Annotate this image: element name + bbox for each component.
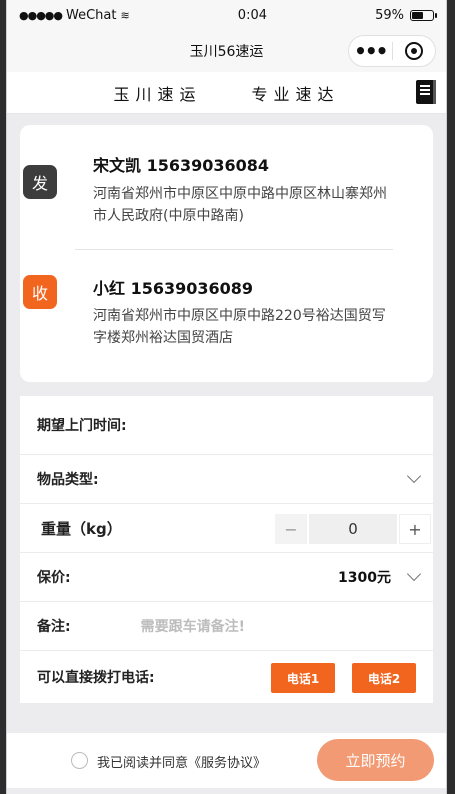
carrier-label: WeChat: [66, 7, 117, 23]
insured-row[interactable]: 保价: 1300元: [20, 553, 433, 602]
receiver-address[interactable]: 河南省郑州市中原区中原中路220号裕达国贸写字楼郑州裕达国贸酒店: [93, 305, 393, 349]
address-card: 发 宋文凯 15639036084 河南省郑州市中原区中原中路中原区林山寨郑州市…: [20, 125, 433, 382]
status-bar: ●●●●● WeChat ≋ 0:04 59%: [7, 0, 446, 30]
remark-label: 备注:: [37, 619, 71, 635]
call2-button[interactable]: 电话2: [352, 663, 416, 693]
address-book-icon[interactable]: [416, 80, 436, 104]
weight-label: 重量（kg）: [41, 519, 122, 538]
agree-checkbox[interactable]: [71, 752, 88, 769]
call-row: 可以直接拨打电话: 电话1 电话2: [20, 651, 433, 703]
weight-stepper: − 0 +: [275, 514, 431, 544]
weight-minus-button[interactable]: −: [275, 514, 307, 544]
weight-row: 重量（kg） − 0 +: [20, 504, 433, 553]
signal-icon: ●●●●●: [19, 8, 63, 22]
pickup-time-row[interactable]: 期望上门时间:: [20, 396, 433, 455]
insured-value: 1300元: [338, 570, 391, 586]
wifi-icon: ≋: [120, 8, 130, 22]
brand-left: 玉川速运: [113, 84, 202, 104]
call1-button[interactable]: 电话1: [271, 663, 335, 693]
app-frame: ●●●●● WeChat ≋ 0:04 59% 玉川56速运 ••• 玉川速运 …: [6, 0, 447, 794]
receiver-name-phone[interactable]: 小红 15639036089: [93, 275, 253, 299]
call-label: 可以直接拨打电话:: [37, 670, 155, 686]
submit-button[interactable]: 立即预约: [317, 739, 434, 781]
more-icon[interactable]: •••: [349, 41, 392, 61]
status-time: 0:04: [237, 7, 267, 23]
chevron-down-icon[interactable]: [406, 566, 422, 582]
brand-right: 专业速达: [251, 84, 340, 104]
nav-bar: 玉川56速运 •••: [7, 30, 446, 72]
sender-name-phone[interactable]: 宋文凯 15639036084: [93, 152, 269, 176]
goods-type-row[interactable]: 物品类型:: [20, 455, 433, 504]
agreement-text[interactable]: 我已阅读并同意《服务协议》: [97, 752, 266, 771]
remark-row: 备注: 需要跟车请备注!: [20, 602, 433, 651]
weight-plus-button[interactable]: +: [399, 514, 431, 544]
bottom-bar: 我已阅读并同意《服务协议》 立即预约: [7, 733, 446, 788]
remark-input[interactable]: 需要跟车请备注!: [141, 616, 245, 636]
pickup-time-label: 期望上门时间:: [37, 418, 127, 434]
sender-address[interactable]: 河南省郑州市中原区中原中路中原区林山寨郑州市人民政府(中原中路南): [93, 183, 393, 227]
close-miniprogram-icon[interactable]: [392, 42, 435, 60]
brand-bar: 玉川速运 专业速达: [7, 72, 446, 114]
miniprogram-capsule: •••: [348, 35, 436, 67]
page-title: 玉川56速运: [189, 44, 264, 60]
battery-icon: [410, 9, 437, 21]
insured-label: 保价:: [37, 570, 71, 586]
chevron-down-icon[interactable]: [406, 468, 422, 484]
battery-percent: 59%: [375, 7, 404, 23]
order-form: 期望上门时间: 物品类型: 重量（kg） − 0 + 保价: 1300元 备注:…: [20, 396, 433, 703]
receiver-badge: 收: [23, 275, 57, 309]
goods-type-label: 物品类型:: [37, 472, 99, 488]
weight-input[interactable]: 0: [309, 514, 397, 544]
divider: [75, 249, 393, 250]
sender-badge: 发: [23, 165, 57, 199]
